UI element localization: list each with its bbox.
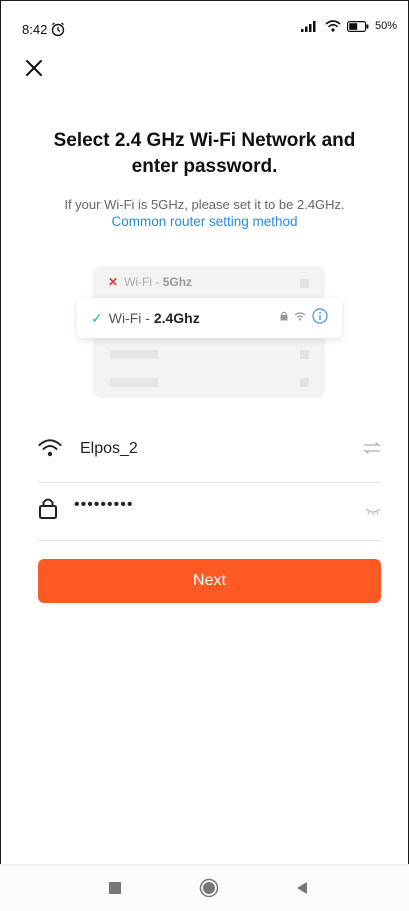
battery-icon [346, 20, 369, 32]
home-icon[interactable] [199, 878, 219, 898]
back-icon[interactable] [295, 881, 309, 895]
lock-icon [39, 498, 57, 519]
next-button[interactable]: Next [38, 559, 381, 603]
switch-network-icon[interactable] [363, 442, 381, 454]
placeholder-bar [110, 350, 158, 359]
wifi-network-field[interactable]: Elpos_2 [38, 424, 381, 483]
password-field[interactable]: ••••••••• [38, 482, 381, 541]
battery-percent: 50% [374, 20, 397, 32]
check-icon: ✓ [91, 310, 103, 326]
page-title: Select 2.4 GHz Wi-Fi Network and enter p… [53, 130, 356, 177]
row-24ghz-band: 2.4Ghz [153, 310, 200, 326]
frequency-hint: If your Wi-Fi is 5GHz, please set it to … [64, 197, 345, 212]
illustration-row-24ghz: ✓ Wi-Fi - 2.4Ghz [77, 298, 342, 338]
wifi-network-name: Elpos_2 [80, 440, 138, 457]
alarm-icon [51, 22, 65, 37]
info-icon [312, 308, 328, 324]
placeholder-square [300, 350, 309, 359]
status-time: 8:42 [22, 22, 48, 37]
wifi-status-icon [325, 20, 341, 32]
row-24ghz-label: ✓ Wi-Fi - 2.4Ghz [91, 310, 200, 327]
signal-icon [300, 21, 316, 32]
placeholder-square [300, 279, 309, 288]
status-bar: 8:42 50% [0, 0, 409, 40]
wifi-small-icon [294, 311, 306, 321]
recents-icon[interactable] [108, 881, 122, 895]
eye-closed-icon[interactable] [365, 508, 381, 516]
wifi-icon [38, 439, 62, 457]
row-5ghz-prefix: Wi-Fi - [124, 275, 163, 289]
placeholder-bar [110, 378, 158, 387]
illustration-row-5ghz: ✕ Wi-Fi - 5Ghz [108, 275, 192, 289]
password-value: ••••••••• [74, 496, 134, 513]
close-icon[interactable] [24, 58, 44, 78]
cross-icon: ✕ [108, 275, 119, 289]
row-24ghz-prefix: Wi-Fi - [108, 310, 154, 326]
placeholder-square [300, 378, 309, 387]
row-24ghz-icons [280, 308, 328, 324]
status-icons: 50% [300, 20, 397, 32]
router-setting-link[interactable]: Common router setting method [10, 214, 399, 229]
system-nav-bar [0, 864, 409, 911]
row-5ghz-band: 5Ghz [162, 275, 193, 289]
lock-small-icon [280, 311, 288, 321]
